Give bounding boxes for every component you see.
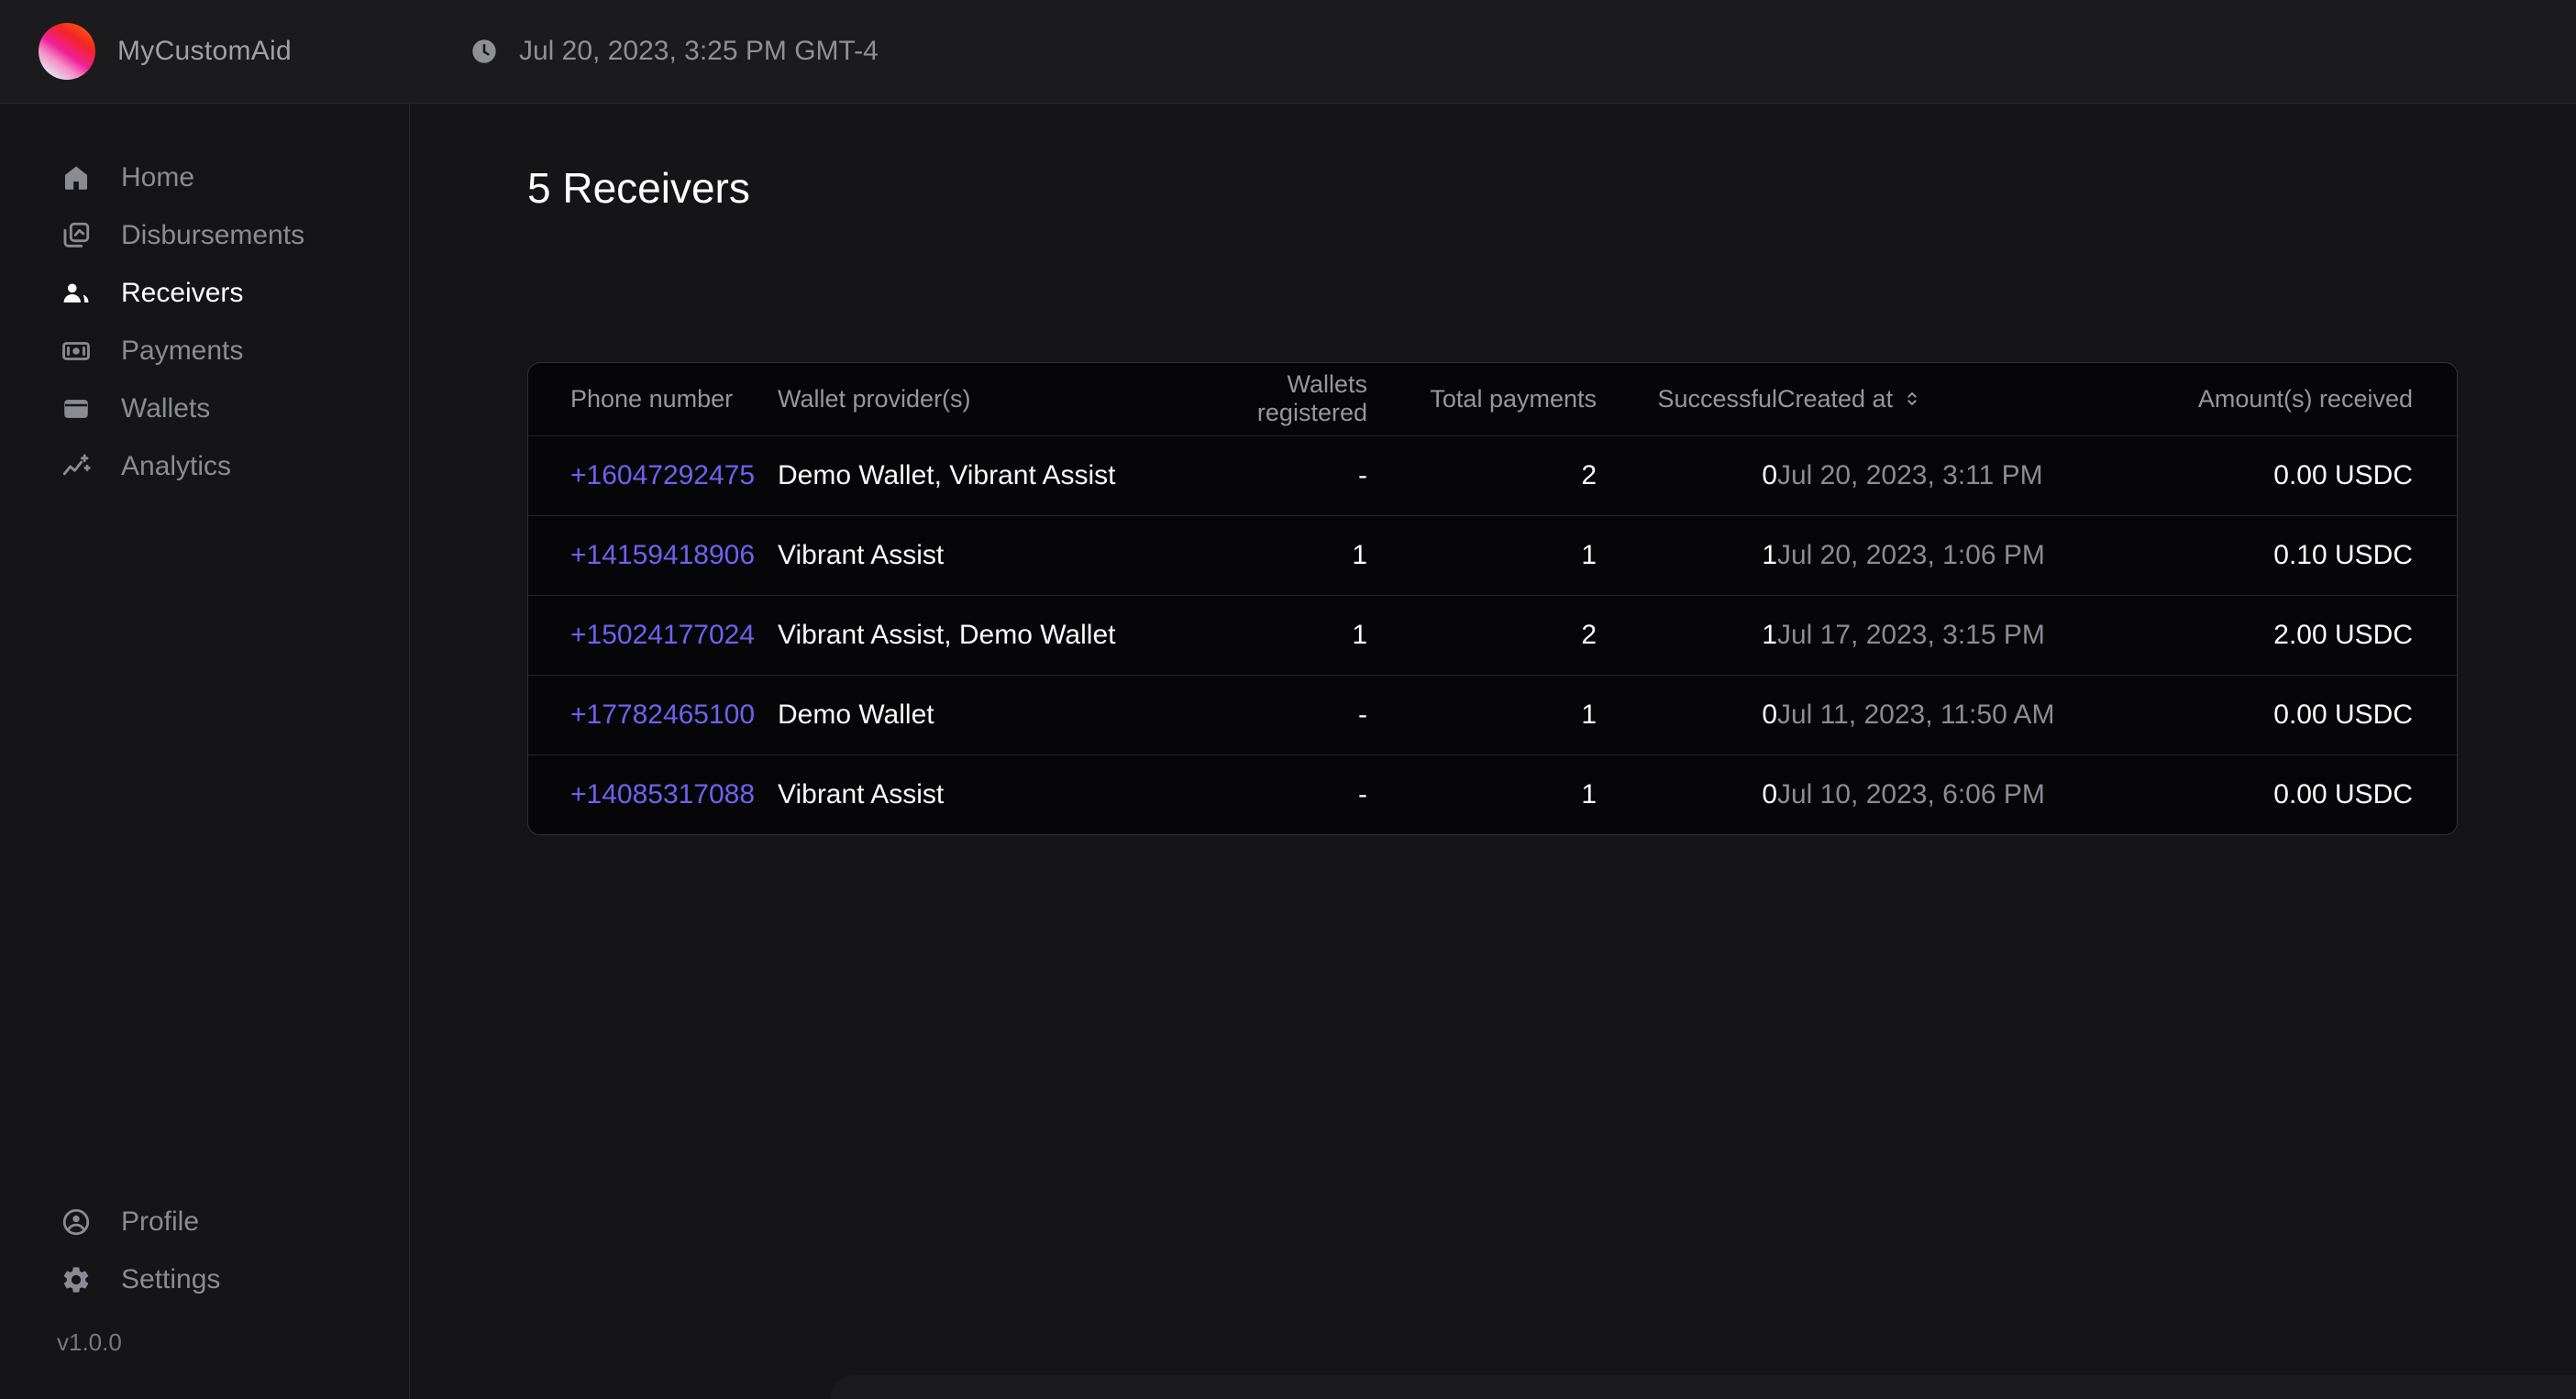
table-row: +14085317088 Vibrant Assist - 1 0 Jul 10… (528, 755, 2457, 834)
sidebar-item-label: Analytics (121, 451, 231, 482)
sidebar-item-receivers[interactable]: Receivers (0, 264, 409, 322)
table-header-row: Phone number Wallet provider(s) Wallets … (528, 363, 2457, 435)
col-header-created-at[interactable]: Created at (1777, 385, 1922, 413)
profile-icon (57, 1206, 95, 1238)
timestamp-label: Jul 20, 2023, 3:25 PM GMT-4 (519, 36, 879, 67)
amount-cell: 0.00 USDC (2195, 435, 2457, 515)
created-at-cell: Jul 17, 2023, 3:15 PM (1777, 595, 2195, 675)
page-title: 5 Receivers (527, 163, 2576, 213)
wallets-registered-cell: - (1170, 755, 1367, 834)
successful-cell: 1 (1597, 515, 1777, 595)
providers-cell: Vibrant Assist, Demo Wallet (778, 595, 1170, 675)
phone-link[interactable]: +15024177024 (570, 620, 755, 650)
total-payments-cell: 1 (1367, 515, 1597, 595)
created-at-cell: Jul 20, 2023, 1:06 PM (1777, 515, 2195, 595)
receivers-table: Phone number Wallet provider(s) Wallets … (527, 362, 2458, 835)
receivers-icon (57, 278, 95, 309)
wallets-registered-cell: 1 (1170, 515, 1367, 595)
wallets-registered-cell: - (1170, 675, 1367, 755)
sidebar-item-label: Wallets (121, 393, 210, 424)
table-row: +17782465100 Demo Wallet - 1 0 Jul 11, 2… (528, 675, 2457, 755)
sidebar-item-label: Payments (121, 336, 243, 367)
amount-cell: 0.00 USDC (2195, 755, 2457, 834)
total-payments-cell: 1 (1367, 755, 1597, 834)
amount-cell: 0.00 USDC (2195, 675, 2457, 755)
sort-icon (1902, 389, 1922, 409)
successful-cell: 0 (1597, 755, 1777, 834)
analytics-icon (57, 451, 95, 482)
col-header-wallets-registered: Wallets registered (1170, 363, 1367, 435)
sidebar-item-label: Settings (121, 1264, 220, 1295)
sidebar-item-payments[interactable]: Payments (0, 322, 409, 380)
table-row: +14159418906 Vibrant Assist 1 1 1 Jul 20… (528, 515, 2457, 595)
phone-link[interactable]: +14085317088 (570, 779, 755, 810)
providers-cell: Vibrant Assist (778, 515, 1170, 595)
created-at-cell: Jul 11, 2023, 11:50 AM (1777, 675, 2195, 755)
phone-link[interactable]: +16047292475 (570, 460, 755, 490)
total-payments-cell: 2 (1367, 435, 1597, 515)
main-content: 5 Receivers Filter Export (411, 105, 2576, 1399)
sidebar: Home Disbursements Receivers Payments Wa… (0, 105, 410, 1399)
sidebar-item-settings[interactable]: Settings (0, 1250, 409, 1308)
app-logo (39, 23, 95, 80)
successful-cell: 0 (1597, 675, 1777, 755)
amount-cell: 2.00 USDC (2195, 595, 2457, 675)
sidebar-item-label: Home (121, 162, 194, 193)
total-payments-cell: 2 (1367, 595, 1597, 675)
current-time: Jul 20, 2023, 3:25 PM GMT-4 (470, 36, 879, 67)
total-payments-cell: 1 (1367, 675, 1597, 755)
created-at-cell: Jul 20, 2023, 3:11 PM (1777, 435, 2195, 515)
clock-icon (470, 37, 499, 66)
col-header-phone: Phone number (528, 363, 778, 435)
successful-cell: 0 (1597, 435, 1777, 515)
col-header-providers: Wallet provider(s) (778, 363, 1170, 435)
payments-icon (57, 336, 95, 367)
app-title: MyCustomAid (117, 36, 292, 67)
phone-link[interactable]: +14159418906 (570, 540, 755, 570)
brand: MyCustomAid (0, 23, 292, 80)
providers-cell: Demo Wallet (778, 675, 1170, 755)
col-header-successful: Successful (1597, 363, 1777, 435)
providers-cell: Vibrant Assist (778, 755, 1170, 834)
successful-cell: 1 (1597, 595, 1777, 675)
created-at-cell: Jul 10, 2023, 6:06 PM (1777, 755, 2195, 834)
sidebar-item-profile[interactable]: Profile (0, 1193, 409, 1250)
wallets-registered-cell: 1 (1170, 595, 1367, 675)
col-header-amount: Amount(s) received (2195, 363, 2457, 435)
bottom-overlay (830, 1375, 2576, 1399)
table-row: +16047292475 Demo Wallet, Vibrant Assist… (528, 435, 2457, 515)
wallets-icon (57, 393, 95, 424)
col-header-total-payments: Total payments (1367, 363, 1597, 435)
sidebar-item-disbursements[interactable]: Disbursements (0, 206, 409, 264)
amount-cell: 0.10 USDC (2195, 515, 2457, 595)
sidebar-item-home[interactable]: Home (0, 149, 409, 206)
disbursements-icon (57, 220, 95, 251)
sidebar-item-label: Profile (121, 1206, 199, 1238)
gear-icon (57, 1264, 95, 1295)
phone-link[interactable]: +17782465100 (570, 700, 755, 730)
providers-cell: Demo Wallet, Vibrant Assist (778, 435, 1170, 515)
wallets-registered-cell: - (1170, 435, 1367, 515)
table-row: +15024177024 Vibrant Assist, Demo Wallet… (528, 595, 2457, 675)
top-bar: MyCustomAid Jul 20, 2023, 3:25 PM GMT-4 (0, 0, 2576, 104)
app-version: v1.0.0 (0, 1328, 409, 1357)
home-icon (57, 162, 95, 193)
sidebar-item-label: Disbursements (121, 220, 304, 251)
sidebar-item-wallets[interactable]: Wallets (0, 380, 409, 437)
sidebar-item-label: Receivers (121, 278, 243, 309)
sidebar-item-analytics[interactable]: Analytics (0, 437, 409, 495)
